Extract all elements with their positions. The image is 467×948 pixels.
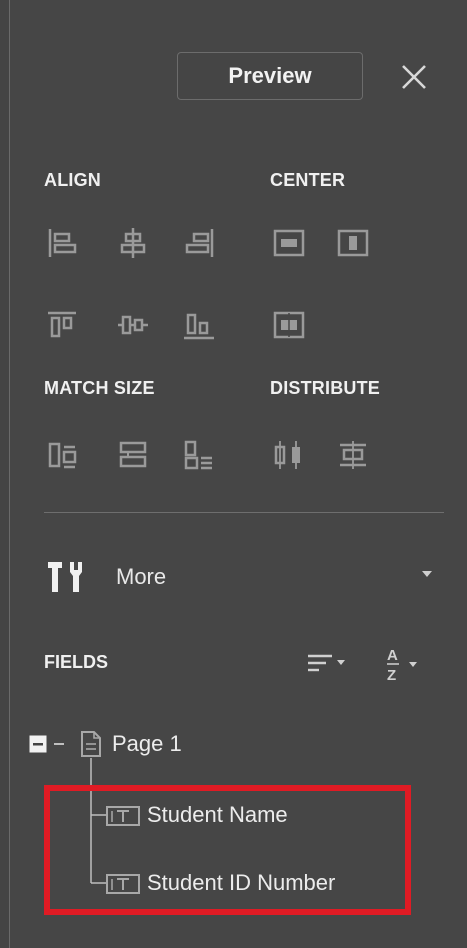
collapse-toggle[interactable]	[29, 735, 47, 753]
tree-page-label[interactable]: Page 1	[112, 731, 182, 757]
highlight-box	[44, 785, 411, 915]
page-document-icon	[80, 730, 102, 758]
